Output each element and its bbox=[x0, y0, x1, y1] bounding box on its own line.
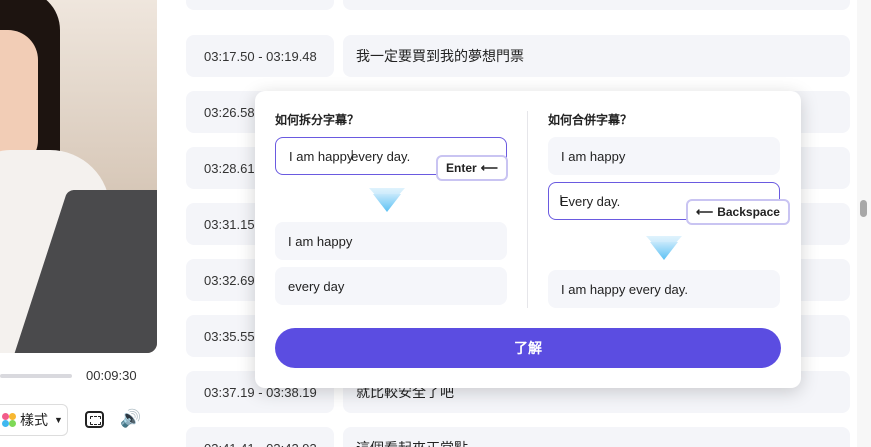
playback-progress-bar[interactable] bbox=[0, 374, 72, 378]
scrollbar-thumb[interactable] bbox=[860, 200, 867, 217]
volume-icon[interactable]: 🔊 bbox=[120, 409, 141, 429]
column-divider bbox=[527, 111, 528, 308]
subtitle-text[interactable]: 這個看起來正常點 bbox=[343, 427, 850, 447]
merge-result: I am happy every day. bbox=[548, 270, 780, 308]
chevron-down-icon: ▼ bbox=[54, 415, 63, 425]
subtitle-time[interactable]: 03:17.50 - 03:19.48 bbox=[186, 35, 334, 77]
merge-line-2-text: Every day. bbox=[559, 193, 621, 209]
player-controls: 樣式 ▼ 🔊 bbox=[0, 404, 157, 436]
subtitle-time[interactable]: 03:41.41 - 03:42.93 bbox=[186, 427, 334, 447]
arrow-down-icon bbox=[369, 188, 405, 212]
subtitle-text[interactable] bbox=[343, 0, 850, 10]
arrow-down-icon bbox=[646, 236, 682, 260]
playback-time: 00:09:30 bbox=[86, 368, 137, 383]
merge-title: 如何合併字幕？ bbox=[548, 113, 633, 127]
merge-line-1: I am happy bbox=[548, 137, 780, 175]
subtitle-row[interactable] bbox=[186, 0, 850, 10]
split-text-after: every day. bbox=[351, 148, 411, 164]
subtitle-text[interactable]: 我一定要買到我的夢想門票 bbox=[343, 35, 850, 77]
subtitle-row[interactable]: 03:17.50 - 03:19.48 我一定要買到我的夢想門票 bbox=[186, 35, 850, 77]
split-result-2: every day bbox=[275, 267, 507, 305]
backspace-key-label: Backspace bbox=[717, 205, 780, 219]
fullscreen-icon[interactable] bbox=[85, 411, 104, 428]
backspace-key-badge: ⟵ Backspace bbox=[686, 199, 790, 225]
split-text-before: I am happy bbox=[289, 148, 354, 164]
enter-key-badge: Enter ⟵ bbox=[436, 155, 508, 181]
backspace-icon: ⟵ bbox=[696, 205, 714, 219]
video-preview[interactable] bbox=[0, 0, 157, 353]
got-it-button[interactable]: 了解 bbox=[275, 328, 781, 368]
enter-key-label: Enter bbox=[446, 161, 477, 175]
subtitle-help-popup: 如何拆分字幕？ I am happy I every day. Enter ⟵ … bbox=[255, 91, 801, 388]
split-result-1: I am happy bbox=[275, 222, 507, 260]
enter-icon: ⟵ bbox=[480, 161, 498, 175]
scrollbar-track[interactable] bbox=[857, 0, 871, 447]
style-label: 樣式 bbox=[20, 412, 48, 428]
subtitle-time[interactable] bbox=[186, 0, 334, 10]
flower-icon bbox=[2, 413, 16, 427]
style-dropdown-button[interactable]: 樣式 ▼ bbox=[0, 404, 68, 436]
split-title: 如何拆分字幕？ bbox=[275, 113, 360, 127]
subtitle-row[interactable]: 03:41.41 - 03:42.93 這個看起來正常點 bbox=[186, 427, 850, 447]
